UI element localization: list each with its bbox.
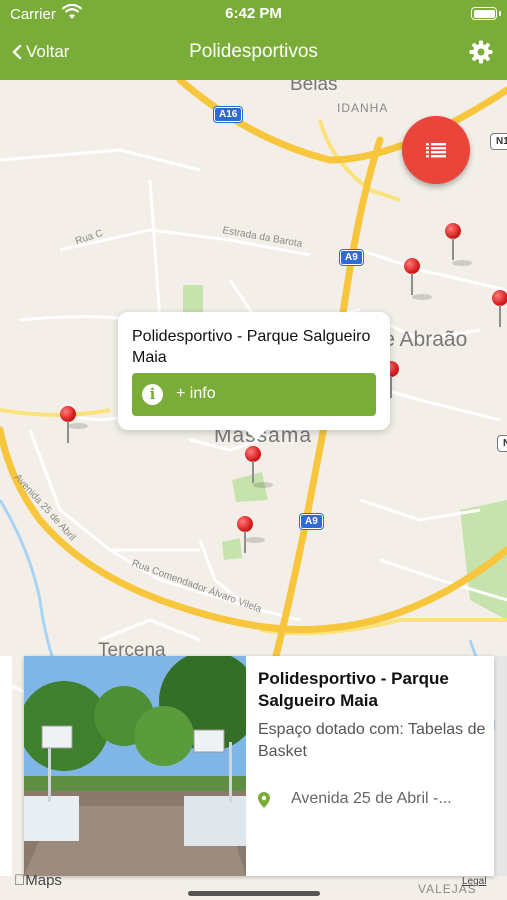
map-pin[interactable] — [443, 223, 463, 263]
nav-bar: Voltar Polidesportivos — [0, 28, 507, 80]
map-pin[interactable] — [402, 258, 422, 298]
pin-stem — [390, 376, 392, 398]
more-info-button[interactable]: i + info — [132, 373, 376, 416]
pin-stem — [67, 421, 69, 443]
pin-stem — [452, 238, 454, 260]
pin-stem — [499, 305, 501, 327]
list-view-button[interactable] — [402, 116, 470, 184]
map-pin[interactable] — [58, 406, 78, 446]
callout-title: Polidesportivo - Parque Salgueiro Maia — [132, 328, 371, 366]
apple-maps-logo: Maps — [14, 872, 62, 889]
road-badge-a9-bottom: A9 — [300, 514, 323, 529]
status-time: 6:42 PM — [225, 5, 282, 22]
battery-icon — [471, 7, 497, 20]
next-card-peek[interactable] — [495, 656, 507, 876]
map-pin[interactable] — [235, 516, 255, 556]
map-pin[interactable] — [490, 290, 507, 330]
pin-stem — [411, 273, 413, 295]
location-pin-icon — [258, 792, 270, 808]
map-label-idanha: IDANHA — [337, 101, 389, 115]
pin-head — [404, 258, 420, 274]
battery-tip — [499, 11, 501, 16]
pin-stem — [252, 461, 254, 483]
map-callout: Polidesportivo - Parque Salgueiro Maia i… — [118, 312, 390, 440]
legal-link[interactable]: Legal — [462, 876, 486, 887]
pin-head — [245, 446, 261, 462]
facility-description: Espaço dotado com: Tabelas de Basket — [258, 721, 486, 760]
previous-card-peek[interactable] — [0, 656, 12, 876]
maps-label: Maps — [14, 872, 62, 889]
road-badge-n1: N1 — [491, 134, 507, 149]
page-title: Polidesportivos — [189, 41, 318, 62]
pin-stem — [244, 531, 246, 553]
facility-photo — [24, 656, 246, 876]
map-label-belas: Belas — [290, 80, 338, 95]
pin-head — [237, 516, 253, 532]
status-bar: Carrier 6:42 PM — [0, 0, 507, 28]
list-icon — [426, 143, 446, 158]
facility-address: Avenida 25 de Abril -... — [291, 790, 452, 807]
top-bar: Carrier 6:42 PM Voltar Polidesportivos — [0, 0, 507, 80]
apple-icon:  — [14, 872, 25, 889]
pin-head — [60, 406, 76, 422]
home-indicator[interactable] — [188, 891, 320, 896]
facility-name: Polidesportivo - Parque Salgueiro Maia — [258, 669, 449, 710]
pin-head — [492, 290, 507, 306]
map-pin-selected[interactable] — [243, 446, 263, 486]
more-info-label: + info — [176, 385, 216, 402]
info-icon: i — [142, 384, 163, 405]
road-badge-n: N — [498, 436, 507, 451]
road-badge-a16: A16 — [214, 107, 243, 122]
gear-icon[interactable] — [469, 40, 493, 64]
pin-head — [445, 223, 461, 239]
facility-card[interactable]: Polidesportivo - Parque Salgueiro Maia E… — [24, 656, 494, 876]
road-badge-a9-top: A9 — [340, 250, 363, 265]
